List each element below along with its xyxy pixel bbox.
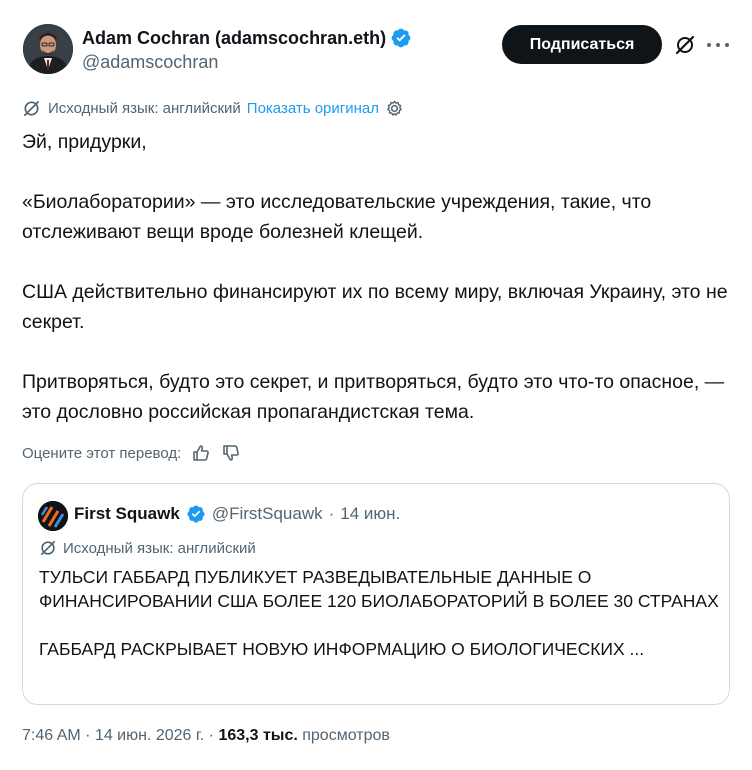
more-dots-icon[interactable] xyxy=(707,34,729,56)
show-original-link[interactable]: Показать оригинал xyxy=(247,100,379,117)
follow-button[interactable]: Подписаться xyxy=(502,25,662,64)
author-avatar[interactable] xyxy=(23,24,73,74)
quoted-tweet-card[interactable]: First Squawk @FirstSquawk · 14 июн. Исхо… xyxy=(22,483,730,705)
tweet-meta: 7:46 AM · 14 июн. 2026 г. · 163,3 тыс. п… xyxy=(22,727,390,745)
translate-icon xyxy=(23,100,40,116)
meta-separator: · xyxy=(208,727,214,744)
quoted-author-avatar[interactable] xyxy=(38,501,68,531)
thumbs-down-icon[interactable] xyxy=(221,443,241,463)
quoted-paragraph: ГАББАРД РАСКРЫВАЕТ НОВУЮ ИНФОРМАЦИЮ О БИ… xyxy=(39,639,645,659)
tweet-date[interactable]: 14 июн. 2026 г. xyxy=(95,727,204,744)
quoted-author-name[interactable]: First Squawk xyxy=(74,504,180,524)
quoted-date[interactable]: 14 июн. xyxy=(340,504,400,524)
author-name[interactable]: Adam Cochran (adamscochran.eth) xyxy=(82,28,386,49)
quoted-separator: · xyxy=(328,504,335,523)
quoted-translation-bar: Исходный язык: английский xyxy=(39,539,256,557)
translation-source-text: Исходный язык: английский xyxy=(48,99,241,117)
views-count: 163,3 тыс. xyxy=(218,727,298,744)
author-name-row[interactable]: Adam Cochran (adamscochran.eth) xyxy=(82,27,412,49)
rate-translation-label: Оцените этот перевод: xyxy=(22,444,182,462)
views-label: просмотров xyxy=(302,727,390,744)
tweet-paragraph: Притворяться, будто это секрет, и притво… xyxy=(22,371,725,423)
grok-slash-icon[interactable] xyxy=(674,34,696,56)
meta-separator: · xyxy=(85,727,91,744)
tweet-text: Эй, придурки, «Биолаборатории» — это исс… xyxy=(22,127,732,427)
gear-icon[interactable] xyxy=(385,99,404,118)
quoted-author-handle[interactable]: @FirstSquawk xyxy=(212,504,323,524)
verified-badge-icon xyxy=(391,28,411,48)
tweet-paragraph: «Биолаборатории» — это исследовательские… xyxy=(22,191,652,243)
tweet-paragraph: США действительно финансируют их по всем… xyxy=(22,281,728,333)
tweet-time[interactable]: 7:46 AM xyxy=(22,727,81,744)
quoted-tweet-text: ТУЛЬСИ ГАББАРД ПУБЛИКУЕТ РАЗВЕДЫВАТЕЛЬНЫ… xyxy=(39,565,719,685)
quoted-translation-source-text: Исходный язык: английский xyxy=(63,539,256,557)
translation-bar: Исходный язык: английский Показать ориги… xyxy=(22,97,404,119)
quoted-paragraph: ТУЛЬСИ ГАББАРД ПУБЛИКУЕТ РАЗВЕДЫВАТЕЛЬНЫ… xyxy=(39,567,719,611)
verified-badge-icon xyxy=(187,505,205,523)
rate-translation-row: Оцените этот перевод: xyxy=(22,441,241,465)
quoted-header: First Squawk @FirstSquawk · 14 июн. xyxy=(74,504,400,524)
tweet-paragraph: Эй, придурки, xyxy=(22,131,147,153)
author-handle[interactable]: @adamscochran xyxy=(82,52,218,73)
thumbs-up-icon[interactable] xyxy=(191,443,211,463)
translate-icon xyxy=(40,540,56,556)
